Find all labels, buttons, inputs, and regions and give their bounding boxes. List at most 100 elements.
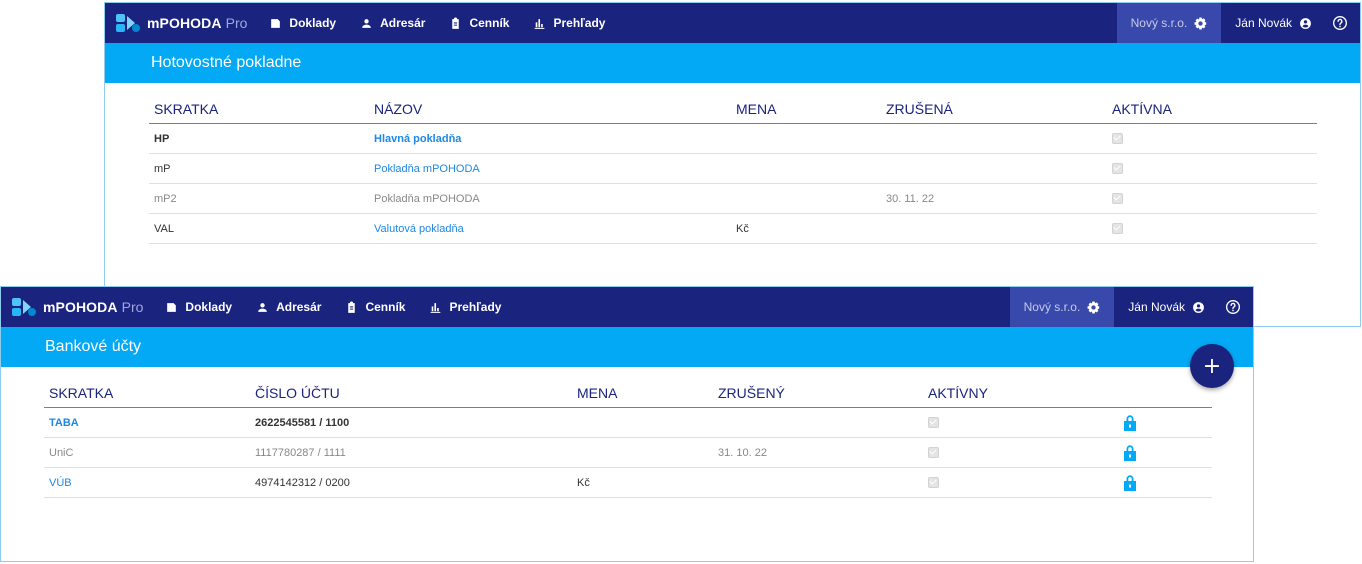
cell-code: mP2 — [149, 183, 369, 214]
active-checkbox — [1112, 193, 1123, 205]
account-link[interactable]: TABA — [49, 417, 79, 429]
top-navbar: mPOHODA Pro Doklady Adresár Cenník Prehľ… — [105, 3, 1360, 43]
plus-icon: + — [1202, 353, 1222, 379]
table-row[interactable]: mP Pokladňa mPOHODA — [149, 153, 1317, 184]
cell-currency — [572, 407, 713, 438]
nav-price-list-label: Cenník — [469, 16, 510, 30]
nav-price-list-label: Cenník — [365, 300, 406, 314]
table-header-row: SKRATKA ČÍSLO ÚČTU MENA ZRUŠENÝ AKTÍVNY — [44, 379, 1212, 408]
table-row[interactable]: mP2 Pokladňa mPOHODA 30. 11. 22 — [149, 183, 1317, 214]
help-icon — [1226, 300, 1240, 314]
nav-overviews[interactable]: Prehľady — [533, 16, 605, 30]
add-bank-account-button[interactable]: + — [1190, 344, 1234, 388]
column-header-code[interactable]: SKRATKA — [44, 379, 250, 408]
cell-account-number: 4974142312 / 0200 — [250, 467, 572, 498]
cell-active — [923, 437, 1118, 468]
nav-documents-label: Doklady — [185, 300, 233, 314]
table-row[interactable]: HP Hlavná pokladňa — [149, 123, 1317, 154]
column-header-code[interactable]: SKRATKA — [149, 95, 369, 124]
help-button[interactable] — [1219, 299, 1253, 315]
cash-registers-window: mPOHODA Pro Doklady Adresár Cenník Prehľ… — [104, 2, 1361, 327]
cell-lock[interactable] — [1118, 437, 1212, 468]
cell-name[interactable]: Hlavná pokladňa — [369, 123, 731, 154]
page-title: Bankové účty — [1, 327, 1253, 367]
nav-address-book[interactable]: Adresár — [360, 16, 425, 30]
nav-price-list[interactable]: Cenník — [449, 16, 509, 30]
lock-icon[interactable] — [1123, 474, 1137, 491]
cell-cancelled — [713, 407, 923, 438]
brand[interactable]: mPOHODA Pro — [11, 297, 143, 317]
cell-currency — [731, 153, 881, 184]
nav-overviews-label: Prehľady — [449, 300, 502, 314]
user-name: Ján Novák — [1235, 16, 1292, 30]
cell-code: VAL — [149, 213, 369, 244]
company-name: Nový s.r.o. — [1023, 300, 1081, 314]
cell-active — [1107, 183, 1317, 214]
logo-icon — [116, 14, 140, 32]
nav-documents-label: Doklady — [289, 16, 337, 30]
cell-currency — [731, 183, 881, 214]
nav-documents[interactable]: Doklady — [165, 300, 232, 314]
company-selector[interactable]: Nový s.r.o. — [1009, 287, 1115, 327]
cell-name[interactable]: Pokladňa mPOHODA — [369, 153, 731, 184]
documents-icon — [167, 302, 177, 312]
cell-lock[interactable] — [1118, 467, 1212, 498]
user-menu[interactable]: Ján Novák — [1114, 300, 1219, 314]
table-row[interactable]: TABA 2622545581 / 1100 — [44, 407, 1212, 438]
table-row[interactable]: VAL Valutová pokladňa Kč — [149, 213, 1317, 244]
cell-name[interactable]: Valutová pokladňa — [369, 213, 731, 244]
user-menu[interactable]: Ján Novák — [1221, 16, 1326, 30]
active-checkbox — [1112, 223, 1123, 235]
cell-currency — [572, 437, 713, 468]
cell-name[interactable]: Pokladňa mPOHODA — [369, 183, 731, 214]
cell-cancelled: 31. 10. 22 — [713, 437, 923, 468]
help-button[interactable] — [1326, 15, 1360, 31]
gear-icon — [1194, 17, 1207, 29]
page-title: Hotovostné pokladne — [105, 43, 1360, 83]
app-edition: Pro — [121, 299, 144, 315]
active-checkbox — [928, 447, 939, 459]
cell-code[interactable]: VÚB — [44, 467, 250, 498]
column-header-name[interactable]: NÁZOV — [369, 95, 731, 124]
account-link[interactable]: VÚB — [49, 477, 72, 489]
page-title-text: Hotovostné pokladne — [151, 54, 302, 71]
top-navbar: mPOHODA Pro Doklady Adresár Cenník Prehľ… — [1, 287, 1253, 327]
account-code[interactable]: UniC — [49, 447, 73, 459]
cell-code[interactable]: UniC — [44, 437, 250, 468]
cell-cancelled — [881, 123, 1107, 154]
nav-overviews[interactable]: Prehľady — [429, 300, 501, 314]
nav-price-list[interactable]: Cenník — [345, 300, 405, 314]
brand[interactable]: mPOHODA Pro — [115, 13, 247, 33]
register-link[interactable]: Valutová pokladňa — [374, 223, 464, 235]
gear-icon — [1087, 301, 1100, 313]
column-header-active[interactable]: AKTÍVNY — [923, 379, 1118, 408]
bank-accounts-window: mPOHODA Pro Doklady Adresár Cenník Prehľ… — [0, 286, 1254, 562]
cell-lock[interactable] — [1118, 407, 1212, 438]
column-header-currency[interactable]: MENA — [572, 379, 713, 408]
cell-code: mP — [149, 153, 369, 184]
nav-address-book-label: Adresár — [276, 300, 322, 314]
column-header-cancelled[interactable]: ZRUŠENÝ — [713, 379, 923, 408]
cell-code[interactable]: TABA — [44, 407, 250, 438]
column-header-currency[interactable]: MENA — [731, 95, 881, 124]
app-edition: Pro — [225, 15, 248, 31]
account-circle-icon — [1300, 17, 1311, 29]
lock-icon[interactable] — [1123, 414, 1137, 431]
page-title-text: Bankové účty — [45, 338, 142, 355]
column-header-account-number[interactable]: ČÍSLO ÚČTU — [250, 379, 572, 408]
nav-documents[interactable]: Doklady — [269, 16, 336, 30]
company-name: Nový s.r.o. — [1130, 16, 1188, 30]
column-header-cancelled[interactable]: ZRUŠENÁ — [881, 95, 1107, 124]
cell-currency: Kč — [731, 213, 881, 244]
column-header-active[interactable]: AKTÍVNA — [1107, 95, 1317, 124]
lock-icon[interactable] — [1123, 444, 1137, 461]
register-name[interactable]: Pokladňa mPOHODA — [374, 193, 480, 205]
register-link[interactable]: Hlavná pokladňa — [374, 133, 461, 145]
table-row[interactable]: VÚB 4974142312 / 0200 Kč — [44, 467, 1212, 498]
company-selector[interactable]: Nový s.r.o. — [1116, 3, 1222, 43]
table-row[interactable]: UniC 1117780287 / 1111 31. 10. 22 — [44, 437, 1212, 468]
cell-cancelled — [881, 153, 1107, 184]
register-link[interactable]: Pokladňa mPOHODA — [374, 163, 480, 175]
nav-address-book[interactable]: Adresár — [256, 300, 321, 314]
cell-active — [1107, 123, 1317, 154]
